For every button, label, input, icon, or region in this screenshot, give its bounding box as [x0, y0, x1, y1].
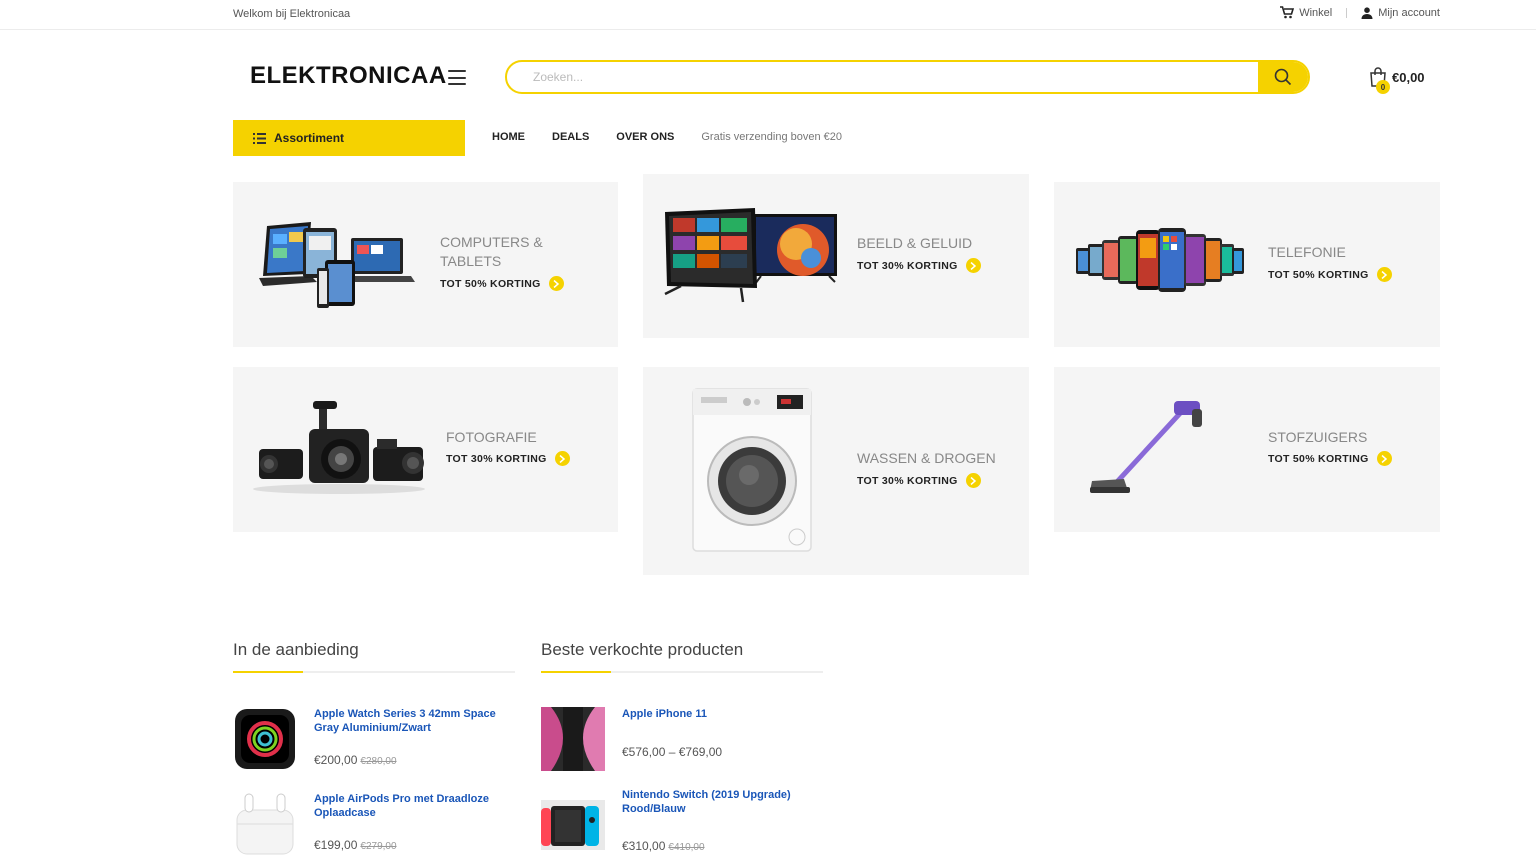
category-title: TELEFONIE — [1268, 244, 1346, 260]
camera-icon — [253, 401, 425, 494]
product-item[interactable]: Apple AirPods Pro met Draadloze Oplaadca… — [233, 792, 518, 856]
free-shipping-text: Gratis verzending boven €20 — [701, 131, 843, 143]
nav-deals[interactable]: DEALS — [552, 131, 589, 143]
washing-machine-icon — [692, 388, 812, 552]
assortment-label: Assortiment — [274, 131, 345, 145]
product-price: €200,00 €280,00 — [314, 753, 520, 767]
category-discount: TOT 30% KORTING — [857, 473, 981, 488]
category-discount: TOT 30% KORTING — [446, 451, 570, 466]
current-price: €200,00 — [314, 753, 358, 767]
top-bar: Welkom bij Elektronicaa Winkel Mijn acco… — [0, 0, 1536, 30]
current-price: €199,00 — [314, 838, 358, 852]
category-discount: TOT 30% KORTING — [857, 258, 981, 273]
bestseller-section-title: Beste verkochte producten — [541, 640, 744, 659]
mini-cart[interactable]: 0 €0,00 — [1368, 66, 1425, 94]
iphone-thumbnail — [541, 707, 605, 771]
site-logo[interactable]: ELEKTRONICAA — [250, 62, 447, 90]
old-price: €410,00 — [668, 842, 705, 853]
category-tile-washing[interactable]: WASSEN & DROGEN TOT 30% KORTING — [643, 367, 1029, 575]
user-icon — [1361, 6, 1373, 19]
hamburger-menu-icon[interactable] — [448, 70, 466, 85]
category-title: FOTOGRAFIE — [446, 429, 537, 445]
discount-label: TOT 30% KORTING — [857, 474, 958, 487]
arrow-right-icon — [554, 451, 570, 466]
category-tile-tv-audio[interactable]: BEELD & GELUID TOT 30% KORTING — [643, 174, 1029, 338]
list-icon — [253, 132, 266, 144]
old-price: €279,00 — [360, 841, 397, 852]
search-bar — [505, 60, 1310, 94]
product-name[interactable]: Apple AirPods Pro met Draadloze Oplaadca… — [314, 792, 520, 820]
current-price: €310,00 — [622, 839, 666, 853]
product-item[interactable]: Apple Watch Series 3 42mm Space Gray Alu… — [233, 707, 518, 771]
shop-link[interactable]: Winkel — [1280, 6, 1332, 19]
category-discount: TOT 50% KORTING — [1268, 267, 1392, 282]
cart-count-badge: 0 — [1376, 80, 1390, 94]
apple-watch-thumbnail — [235, 709, 295, 769]
product-item[interactable]: Nintendo Switch (2019 Upgrade) Rood/Blau… — [541, 788, 826, 853]
laptop-tablet-icon — [259, 222, 415, 308]
category-discount: TOT 50% KORTING — [1268, 451, 1392, 466]
phones-icon — [1076, 228, 1244, 292]
tv-icon — [664, 208, 837, 303]
discount-label: TOT 50% KORTING — [440, 277, 541, 290]
assortment-button[interactable]: Assortiment — [233, 120, 465, 156]
product-name[interactable]: Nintendo Switch (2019 Upgrade) Rood/Blau… — [622, 788, 828, 816]
arrow-right-icon — [548, 276, 564, 291]
arrow-right-icon — [1376, 267, 1392, 282]
product-name[interactable]: Apple Watch Series 3 42mm Space Gray Alu… — [314, 707, 520, 735]
search-button[interactable] — [1258, 62, 1308, 92]
top-links: Winkel Mijn account — [1280, 6, 1440, 19]
category-title: STOFZUIGERS — [1268, 429, 1368, 445]
welcome-text: Welkom bij Elektronicaa — [233, 8, 351, 20]
search-icon — [1274, 68, 1292, 86]
section-divider — [541, 671, 823, 673]
sale-section-title: In de aanbieding — [233, 640, 359, 659]
arrow-right-icon — [965, 473, 981, 488]
discount-label: TOT 30% KORTING — [446, 452, 547, 465]
discount-label: TOT 50% KORTING — [1268, 268, 1369, 281]
airpods-thumbnail — [236, 793, 294, 855]
category-discount: TOT 50% KORTING — [440, 276, 564, 291]
category-title: BEELD & GELUID — [857, 235, 973, 251]
category-tile-photography[interactable]: FOTOGRAFIE TOT 30% KORTING — [233, 367, 618, 532]
account-link[interactable]: Mijn account — [1361, 7, 1440, 19]
vacuum-icon — [1090, 401, 1202, 493]
nav-home[interactable]: HOME — [492, 131, 525, 143]
category-tile-vacuum[interactable]: STOFZUIGERS TOT 50% KORTING — [1054, 367, 1440, 532]
section-divider — [233, 671, 515, 673]
category-tile-phones[interactable]: TELEFONIE TOT 50% KORTING — [1054, 182, 1440, 347]
old-price: €280,00 — [360, 756, 397, 767]
arrow-right-icon — [1376, 451, 1392, 466]
account-link-label: Mijn account — [1378, 6, 1440, 19]
divider — [1346, 7, 1348, 18]
product-item[interactable]: Apple iPhone 11 €576,00 – €769,00 — [541, 707, 826, 771]
category-title: WASSEN & DROGEN — [857, 450, 996, 466]
product-name[interactable]: Apple iPhone 11 — [622, 707, 828, 721]
shop-link-label: Winkel — [1299, 6, 1333, 19]
discount-label: TOT 30% KORTING — [857, 259, 958, 272]
discount-label: TOT 50% KORTING — [1268, 452, 1369, 465]
cart-total: €0,00 — [1392, 69, 1425, 85]
nav-about[interactable]: OVER ONS — [616, 131, 674, 143]
product-price: €310,00 €410,00 — [622, 839, 828, 853]
main-nav: HOME DEALS OVER ONS Gratis verzending bo… — [492, 131, 842, 143]
product-price: €576,00 – €769,00 — [622, 745, 723, 759]
category-title: COMPUTERS & TABLETS — [440, 234, 543, 269]
search-input[interactable] — [507, 62, 1258, 92]
cart-icon — [1280, 6, 1295, 19]
arrow-right-icon — [965, 258, 981, 273]
shopping-bag-icon: 0 — [1368, 66, 1390, 94]
nintendo-switch-thumbnail — [541, 800, 605, 850]
product-price: €199,00 €279,00 — [314, 838, 520, 852]
category-tile-computers[interactable]: COMPUTERS & TABLETS TOT 50% KORTING — [233, 182, 618, 347]
